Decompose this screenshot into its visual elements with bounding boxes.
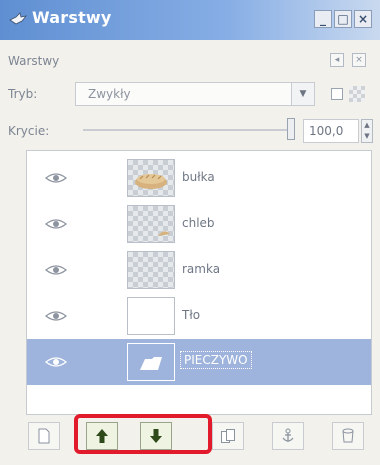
minimize-button[interactable]: _: [314, 10, 332, 28]
opacity-slider-handle[interactable]: [287, 118, 295, 140]
layers-list[interactable]: bułka chleb ramka Tło PIECZYWO: [26, 150, 372, 415]
eye-icon[interactable]: [45, 356, 67, 368]
trash-icon: [342, 428, 354, 443]
eye-icon[interactable]: [45, 218, 67, 230]
mode-label: Tryb:: [8, 87, 38, 101]
opacity-label: Krycie:: [8, 124, 50, 138]
folder-icon: [140, 357, 162, 370]
mode-value: Zwykły: [88, 87, 131, 101]
window-title: Warstwy: [32, 8, 112, 27]
layer-name[interactable]: Tło: [182, 308, 200, 322]
duplicate-layer-button[interactable]: [212, 422, 244, 450]
eye-icon[interactable]: [45, 264, 67, 276]
layer-name[interactable]: bułka: [182, 170, 215, 184]
layers-window: Warstwy _ □ × Warstwy ◂ × Tryb: Zwykły ▼…: [0, 0, 380, 465]
layer-thumbnail: [127, 297, 175, 335]
bread-roll-icon: [135, 174, 167, 189]
close-button[interactable]: ×: [354, 10, 372, 28]
eye-icon[interactable]: [45, 310, 67, 322]
mode-dropdown[interactable]: Zwykły ▼: [75, 82, 315, 106]
layer-row[interactable]: chleb: [27, 201, 371, 247]
panel-title: Warstwy: [8, 54, 60, 68]
opacity-value: 100,0: [309, 124, 344, 138]
gimp-app-icon: [9, 12, 27, 25]
panel-close-icon[interactable]: ×: [352, 53, 366, 67]
layer-name[interactable]: PIECZYWO: [180, 351, 252, 369]
opacity-spinbox[interactable]: 100,0: [303, 119, 359, 143]
delete-layer-button[interactable]: [332, 422, 364, 450]
layer-row[interactable]: Tło: [27, 293, 371, 339]
highlight-frame: [74, 414, 212, 454]
keep-transparency-checkbox[interactable]: [331, 88, 343, 100]
duplicate-layer-icon: [221, 429, 235, 443]
layer-thumbnail: [127, 205, 175, 243]
layer-name[interactable]: ramka: [182, 262, 220, 276]
layer-thumbnail: [127, 159, 175, 197]
eye-icon[interactable]: [45, 172, 67, 184]
opacity-stepper[interactable]: ▲ ▼: [361, 119, 373, 143]
layer-row-selected[interactable]: PIECZYWO: [27, 339, 371, 385]
anchor-icon: [282, 428, 294, 442]
bread-icon: [158, 231, 170, 236]
layer-row[interactable]: ramka: [27, 247, 371, 293]
lock-alpha-icon: [349, 86, 365, 102]
layer-name[interactable]: chleb: [182, 216, 215, 230]
chevron-down-icon[interactable]: ▼: [291, 83, 314, 105]
panel-menu-icon[interactable]: ◂: [330, 53, 344, 67]
title-bar[interactable]: Warstwy _ □ ×: [0, 0, 380, 40]
new-layer-icon: [38, 428, 50, 444]
new-layer-button[interactable]: [28, 422, 60, 450]
opacity-slider-track[interactable]: [83, 129, 289, 131]
layer-thumbnail: [127, 343, 175, 381]
anchor-layer-button[interactable]: [272, 422, 304, 450]
maximize-button[interactable]: □: [334, 10, 352, 28]
layer-thumbnail: [127, 251, 175, 289]
layer-row[interactable]: bułka: [27, 155, 371, 201]
